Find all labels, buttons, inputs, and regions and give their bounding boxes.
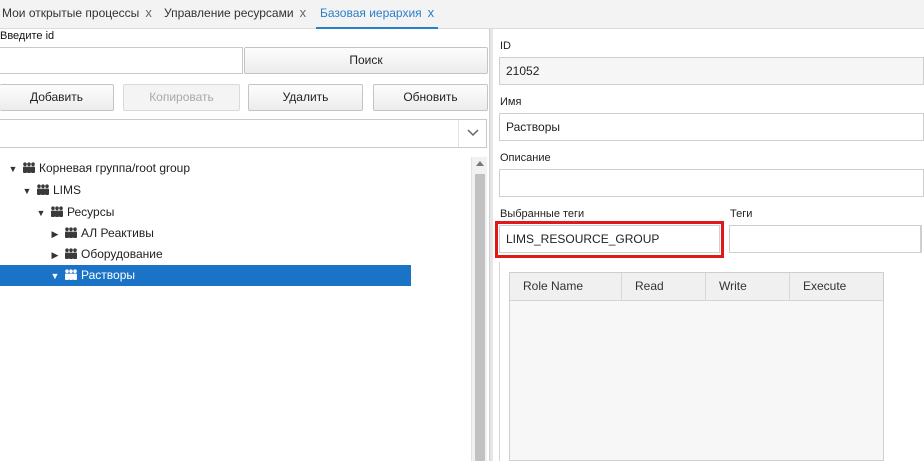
tree-node-al-reagents[interactable]: ▶ АЛ Реактивы <box>50 223 154 244</box>
caret-right-icon[interactable]: ▶ <box>50 245 60 266</box>
name-field[interactable]: Растворы <box>499 113 924 141</box>
highlight-frame <box>495 221 724 258</box>
tree-node-label: Корневая группа/root group <box>39 161 191 175</box>
tree-node-label: Оборудование <box>81 247 163 261</box>
tags-field-edge <box>920 225 924 253</box>
base-hierarchy-window: Мои открытые процессы x Управление ресурс… <box>0 0 924 461</box>
column-header-read[interactable]: Read <box>622 273 706 301</box>
caret-right-icon[interactable]: ▶ <box>50 224 60 245</box>
close-icon[interactable]: x <box>145 5 152 20</box>
tags-field[interactable] <box>729 225 922 253</box>
column-header-write[interactable]: Write <box>706 273 790 301</box>
tree-node-solutions[interactable]: ▼ Растворы <box>0 265 411 286</box>
id-input[interactable] <box>0 47 243 74</box>
chevron-down-icon[interactable] <box>458 120 486 147</box>
description-field[interactable] <box>499 169 924 197</box>
tree-node-equipment[interactable]: ▶ Оборудование <box>50 244 163 265</box>
copy-button[interactable]: Копировать <box>123 84 240 111</box>
tree-node-label: LIMS <box>53 183 82 197</box>
permissions-grid: Role Name Read Write Execute <box>509 272 884 461</box>
description-field-label: Описание <box>500 152 551 164</box>
tab-bar: Мои открытые процессы x Управление ресурс… <box>0 0 924 29</box>
tab-label: Базовая иерархия <box>320 6 422 20</box>
hierarchy-tree: ▼ Корневая группа/root group ▼ LIMS ▼ Ресур… <box>0 157 470 461</box>
close-icon[interactable]: x <box>428 5 435 20</box>
tree-node-root-group[interactable]: ▼ Корневая группа/root group <box>8 158 190 179</box>
id-field-label: ID <box>500 40 511 52</box>
scrollbar-thumb[interactable] <box>475 174 485 461</box>
tree-node-resources[interactable]: ▼ Ресурсы <box>36 202 115 224</box>
group-icon <box>51 206 63 217</box>
tab-label: Мои открытые процессы <box>2 6 140 20</box>
caret-down-icon[interactable]: ▼ <box>8 159 18 180</box>
refresh-button[interactable]: Обновить <box>373 84 488 111</box>
tab-resource-management[interactable]: Управление ресурсами x <box>164 0 306 28</box>
caret-down-icon[interactable]: ▼ <box>36 203 46 224</box>
tab-label: Управление ресурсами <box>164 6 294 20</box>
tree-node-lims[interactable]: ▼ LIMS <box>22 180 81 201</box>
tab-my-open-processes[interactable]: Мои открытые процессы x <box>2 0 152 28</box>
id-field[interactable]: 21052 <box>499 57 924 85</box>
filter-select[interactable] <box>0 119 487 148</box>
name-field-label: Имя <box>500 96 522 108</box>
add-button[interactable]: Добавить <box>0 84 114 111</box>
tree-node-label: Растворы <box>81 268 135 282</box>
column-header-execute[interactable]: Execute <box>790 273 883 301</box>
group-icon <box>23 162 35 173</box>
group-icon <box>65 269 77 280</box>
tree-scrollbar[interactable] <box>471 157 487 461</box>
delete-button[interactable]: Удалить <box>248 84 363 111</box>
grid-header: Role Name Read Write Execute <box>510 273 883 301</box>
scroll-up-icon[interactable] <box>476 161 484 166</box>
close-icon[interactable]: x <box>300 5 307 20</box>
caret-down-icon[interactable]: ▼ <box>22 181 32 202</box>
group-icon <box>37 184 49 195</box>
group-icon <box>65 248 77 259</box>
tab-base-hierarchy[interactable]: Базовая иерархия x <box>316 0 439 29</box>
permissions-divider <box>499 262 500 461</box>
caret-down-icon[interactable]: ▼ <box>50 266 60 287</box>
id-label: Введите id <box>0 30 55 42</box>
search-button[interactable]: Поиск <box>244 47 488 74</box>
tree-node-label: АЛ Реактивы <box>81 226 154 240</box>
column-header-role-name[interactable]: Role Name <box>510 273 622 301</box>
tree-node-label: Ресурсы <box>67 205 115 219</box>
tags-label: Теги <box>730 208 753 220</box>
selected-tags-label: Выбранные теги <box>500 208 585 220</box>
group-icon <box>65 227 77 238</box>
